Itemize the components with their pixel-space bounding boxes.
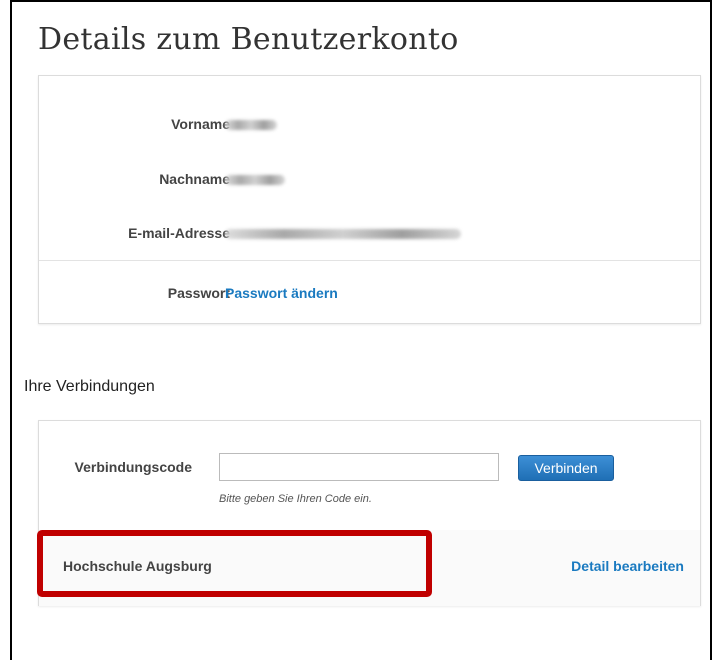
change-password-link[interactable]: Passwort ändern xyxy=(225,285,338,301)
connection-code-input[interactable] xyxy=(219,453,499,481)
highlight-annotation-box xyxy=(37,530,432,597)
last-name-label: Nachname xyxy=(159,171,230,187)
account-details-panel: Vorname Nachname E-mail-Adresse Passwort… xyxy=(38,75,701,324)
connect-button[interactable]: Verbinden xyxy=(518,455,614,481)
code-hint: Bitte geben Sie Ihren Code ein. xyxy=(219,493,372,505)
last-name-value-redacted xyxy=(225,175,285,185)
email-label: E-mail-Adresse xyxy=(128,225,230,241)
edit-details-link[interactable]: Detail bearbeiten xyxy=(571,558,684,574)
page-title: Details zum Benutzerkonto xyxy=(38,22,459,57)
email-value-redacted xyxy=(225,229,461,239)
password-label: Passwort xyxy=(167,285,230,301)
first-name-value-redacted xyxy=(225,120,277,130)
divider xyxy=(39,260,700,261)
connection-code-label: Verbindungscode xyxy=(74,459,192,475)
first-name-label: Vorname xyxy=(171,116,230,132)
connections-heading: Ihre Verbindungen xyxy=(24,378,155,395)
